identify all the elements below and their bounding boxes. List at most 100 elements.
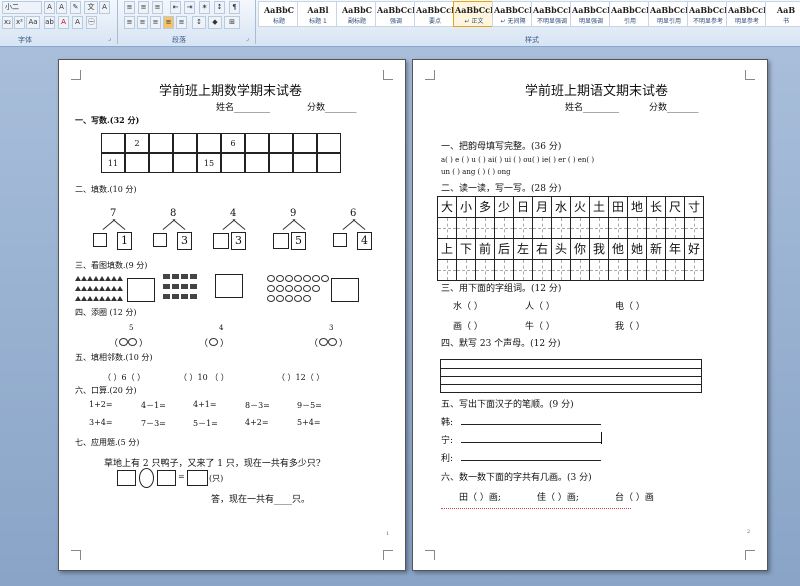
highlight-icon[interactable]: ab [44, 16, 55, 29]
distribute-icon[interactable]: ≡ [176, 16, 187, 29]
grid-cell [221, 153, 245, 173]
answer-box [117, 470, 136, 486]
section-heading: 六、数一数下面的字共有几画。(3 分) [441, 473, 592, 483]
equals-sign: = [178, 472, 185, 481]
style-sample: AaBbC [263, 5, 295, 15]
char-cell: 水 [551, 196, 571, 218]
text-cursor [601, 432, 602, 444]
style-card[interactable]: AaBbC 副标题 [336, 1, 378, 27]
char-cell: 下 [456, 238, 476, 260]
paren-open: （ [199, 339, 209, 349]
style-card[interactable]: AaBbCcI 明显参考 [726, 1, 768, 27]
style-card[interactable]: AaBbCcD ↵ 正文 [453, 1, 495, 27]
superscript-icon[interactable]: x² [14, 16, 25, 29]
chinese-layout-icon[interactable]: ✶ [199, 1, 210, 14]
align-left-icon[interactable]: ≡ [124, 16, 135, 29]
target-number: 5 [129, 324, 134, 332]
circle-shape [276, 275, 284, 282]
style-card[interactable]: AaBl 标题 1 [297, 1, 339, 27]
answer-box [333, 233, 347, 247]
line-spacing-icon[interactable]: ↕ [192, 16, 206, 29]
char-border-icon[interactable]: A [99, 1, 110, 14]
style-name: ↵ 无间隔 [500, 18, 526, 25]
split-line [292, 218, 306, 231]
style-name: 书 [782, 18, 789, 25]
bullets-icon[interactable]: ≡ [124, 1, 135, 14]
font-size-select[interactable]: 小二 [2, 1, 42, 14]
square-shape [181, 294, 188, 299]
writing-cell [551, 259, 571, 281]
multilevel-icon[interactable]: ≡ [152, 1, 163, 14]
word-item: 电（ ） [615, 302, 645, 312]
change-case-icon[interactable]: Aa [26, 16, 40, 29]
square-shape [181, 284, 188, 289]
word-item: 我（ ） [615, 322, 645, 332]
borders-icon[interactable]: ⊞ [224, 16, 240, 29]
square-shape [181, 274, 188, 279]
style-card[interactable]: AaBbCcDc 明显引用 [648, 1, 690, 27]
paragraph-dialog-launcher-icon[interactable]: ⌟ [246, 35, 249, 42]
style-sample: AaBbCcDc [689, 5, 727, 15]
answer-line [461, 460, 601, 461]
style-card[interactable]: AaBbCcD 要点 [414, 1, 456, 27]
section-heading: 五、填相邻数.(10 分) [75, 353, 153, 362]
writing-cell [532, 217, 552, 239]
enclose-char-icon[interactable]: ㊀ [86, 16, 97, 29]
answer-line [461, 442, 601, 443]
shading-icon[interactable]: ◆ [208, 16, 222, 29]
section-heading: 四、添圈 (12 分) [75, 308, 137, 317]
style-card[interactable]: AaBbCcDd 不明显强调 [531, 1, 573, 27]
align-right-icon[interactable]: ≡ [150, 16, 161, 29]
font-dialog-launcher-icon[interactable]: ⌟ [108, 35, 111, 42]
clear-format-icon[interactable]: ✎ [70, 1, 81, 14]
char-cell: 火 [570, 196, 590, 218]
calc-item: 9－5= [297, 401, 322, 410]
triangle-shape [117, 296, 123, 301]
grow-font-icon[interactable]: A [44, 1, 55, 14]
split-line [112, 218, 126, 231]
style-card[interactable]: AaBbCcD 强调 [375, 1, 417, 27]
circle-shape [303, 285, 311, 292]
numbering-icon[interactable]: ≡ [138, 1, 149, 14]
phonetic-icon[interactable]: 文 [84, 1, 98, 14]
sort-icon[interactable]: ↕ [214, 1, 225, 14]
align-center-icon[interactable]: ≡ [137, 16, 148, 29]
decrease-indent-icon[interactable]: ⇤ [170, 1, 181, 14]
circle-shape [267, 285, 275, 292]
given-number: 3 [231, 232, 246, 250]
style-card[interactable]: AaBbCcDd 引用 [609, 1, 651, 27]
subscript-icon[interactable]: x₂ [2, 16, 13, 29]
style-sample: AaBbCcDc [650, 5, 688, 15]
increase-indent-icon[interactable]: ⇥ [184, 1, 195, 14]
name-field: 姓名________ [216, 103, 271, 113]
style-name: ↵ 正文 [464, 18, 484, 25]
count-item: 佳（ ）画; [537, 493, 579, 503]
section-heading: 四、默写 23 个声母。(12 分) [441, 339, 561, 349]
char-cell: 地 [627, 196, 647, 218]
style-card[interactable]: AaBbCcDc 不明显参考 [687, 1, 729, 27]
square-shape [163, 294, 170, 299]
style-card[interactable]: AaB 书 [765, 1, 800, 27]
style-card[interactable]: AaBbCcDc 明显强调 [570, 1, 612, 27]
pinyin-row: un ( ) ang ( ) ( ) ong [441, 168, 511, 176]
writing-lines [440, 359, 702, 393]
justify-icon[interactable]: ≡ [163, 16, 174, 29]
char-shading-icon[interactable]: A [72, 16, 83, 29]
page-chinese: 学前班上期语文期末试卷 姓名________ 分数_______ 一、把韵母填写… [412, 59, 768, 571]
split-line [232, 218, 246, 231]
square-shape [190, 274, 197, 279]
circle-shape [294, 275, 302, 282]
margin-corner [745, 550, 755, 560]
circle-shape [303, 295, 311, 302]
font-color-icon[interactable]: A [58, 16, 69, 29]
style-card[interactable]: AaBbC 标题 [258, 1, 300, 27]
given-number: 3 [177, 232, 192, 250]
answer-box [93, 233, 107, 247]
section-heading: 一、把韵母填写完整。(36 分) [441, 142, 562, 152]
square-shape [163, 284, 170, 289]
style-sample: AaBbCcD [377, 5, 415, 15]
shrink-font-icon[interactable]: A [56, 1, 67, 14]
add-circles-section: 5 （ ） 4 （ ） 3 （ ） [99, 324, 399, 354]
show-marks-icon[interactable]: ¶ [229, 1, 240, 14]
style-card[interactable]: AaBbCcD ↵ 无间隔 [492, 1, 534, 27]
